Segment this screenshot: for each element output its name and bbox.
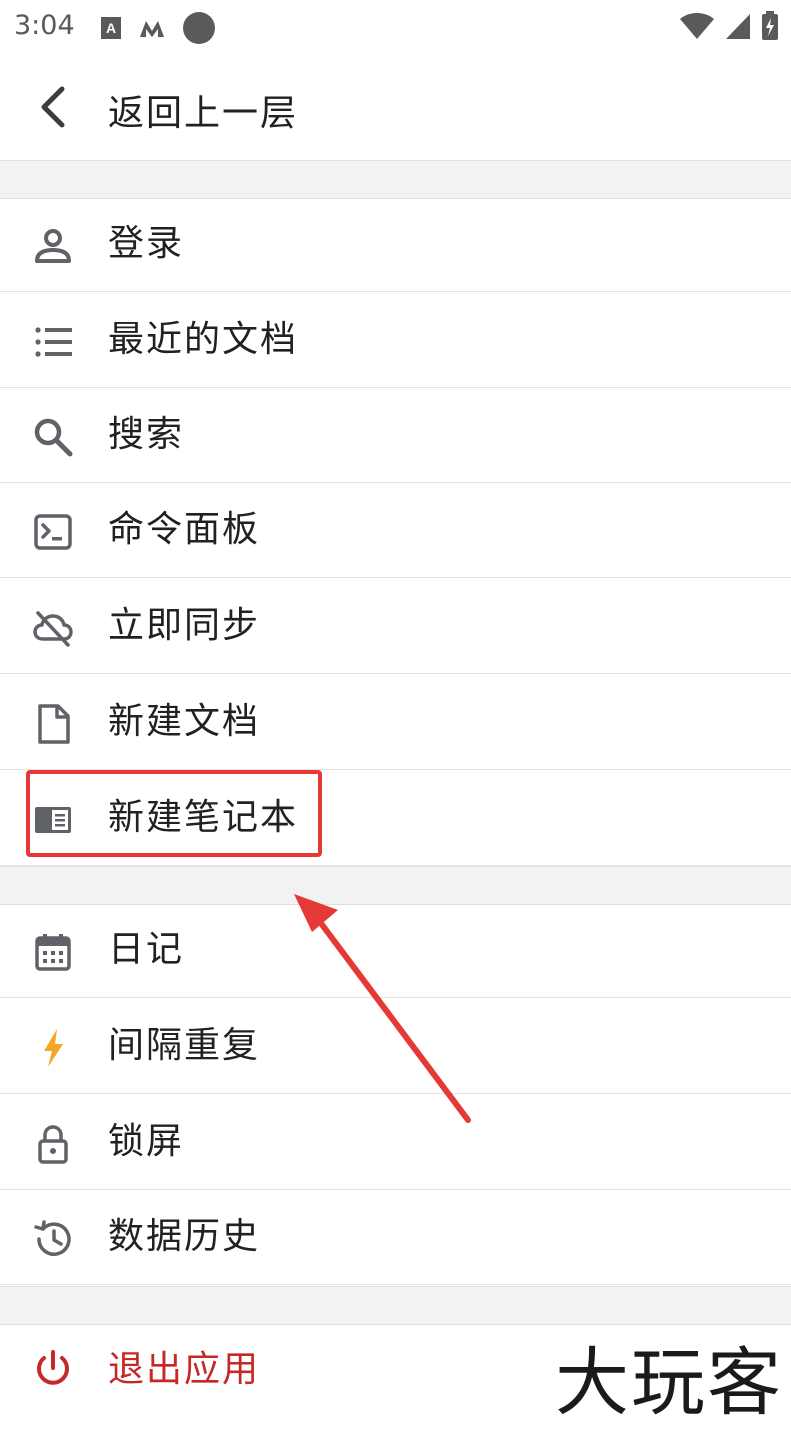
cloud-off-icon	[33, 611, 73, 647]
chevron-left-icon[interactable]	[36, 85, 72, 129]
calendar-icon	[35, 934, 71, 971]
font-notification-icon: A	[101, 17, 121, 39]
list-icon	[35, 327, 72, 357]
back-label: 返回上一层	[108, 93, 299, 134]
menu-item-login[interactable]: 登录	[0, 198, 791, 292]
lock-icon	[38, 1125, 68, 1164]
menu-label-sync-now: 立即同步	[108, 605, 261, 646]
section-gap	[0, 160, 791, 199]
menu-label-diary: 日记	[108, 929, 185, 970]
circle-notification-icon	[183, 12, 215, 44]
person-icon	[35, 229, 71, 263]
status-left-icons: A	[100, 11, 216, 45]
menu-label-lock-screen: 锁屏	[108, 1121, 185, 1162]
section-gap	[0, 1286, 791, 1325]
app-notification-icon	[140, 21, 164, 37]
svg-text:A: A	[106, 20, 116, 36]
battery-icon	[762, 11, 778, 40]
status-bar: 3:04 A	[0, 0, 791, 54]
terminal-icon	[34, 514, 72, 550]
lightning-icon	[44, 1029, 63, 1067]
highlight-box	[26, 770, 322, 857]
status-time: 3:04	[14, 10, 75, 41]
menu-label-login: 登录	[108, 223, 185, 264]
menu-label-data-history: 数据历史	[108, 1216, 261, 1257]
menu-item-search[interactable]: 搜索	[0, 389, 791, 483]
annotation-arrow-icon	[294, 894, 471, 1123]
status-right-icons	[679, 11, 779, 41]
menu-label-spaced-repetition: 间隔重复	[108, 1025, 261, 1066]
menu-label-new-doc: 新建文档	[108, 701, 261, 742]
menu-label-command-panel: 命令面板	[108, 509, 261, 550]
history-icon	[34, 1220, 71, 1256]
menu-item-new-doc[interactable]: 新建文档	[0, 676, 791, 770]
signal-icon	[726, 14, 750, 39]
menu-item-recent-docs[interactable]: 最近的文档	[0, 294, 791, 388]
menu-item-data-history[interactable]: 数据历史	[0, 1191, 791, 1285]
menu-item-command-panel[interactable]: 命令面板	[0, 484, 791, 578]
watermark: 大玩客	[555, 1340, 783, 1426]
menu-label-search: 搜索	[108, 414, 185, 455]
power-icon	[37, 1350, 69, 1385]
back-row[interactable]: 返回上一层	[0, 54, 791, 160]
search-icon	[34, 418, 73, 457]
menu-item-sync-now[interactable]: 立即同步	[0, 580, 791, 674]
wifi-icon	[680, 13, 714, 39]
menu-label-recent-docs: 最近的文档	[108, 319, 299, 360]
menu-label-exit-app: 退出应用	[108, 1349, 261, 1390]
file-icon	[38, 704, 70, 744]
